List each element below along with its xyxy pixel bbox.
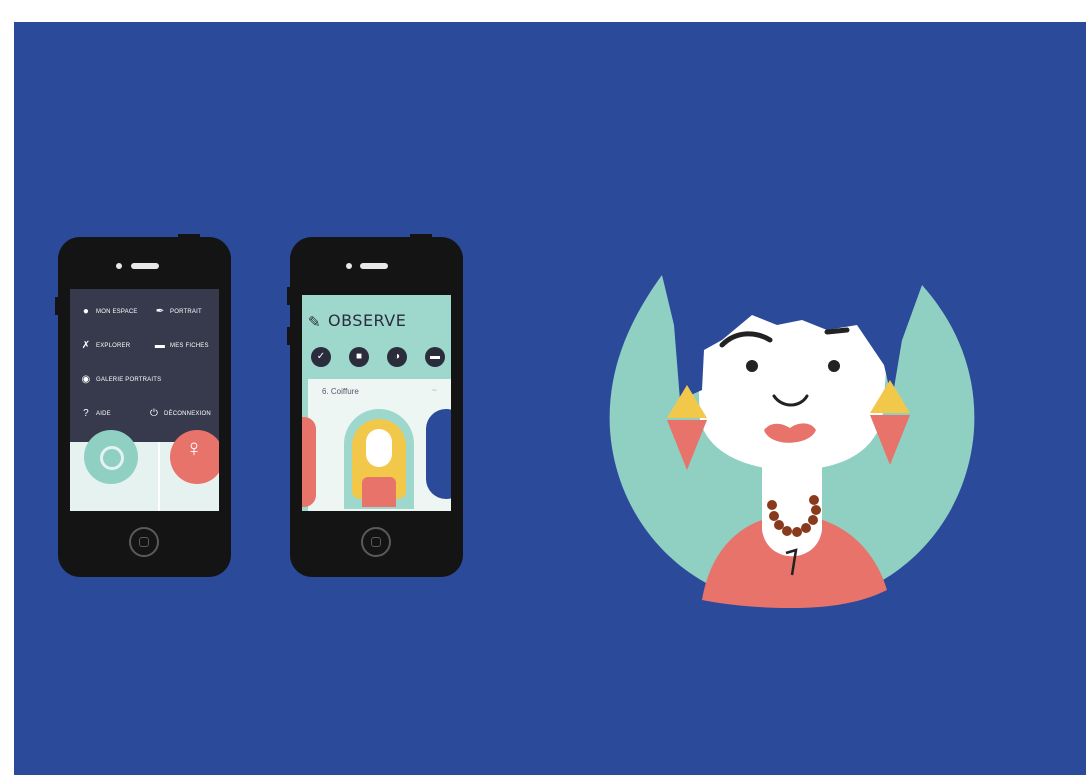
menu-item-label: AIDE [96, 411, 111, 417]
menu-underlay [70, 430, 219, 511]
avatar-eye-right [828, 360, 840, 372]
menu-item-mon-espace[interactable]: ● MON ESPACE [80, 307, 138, 317]
avatar-eyebrow-right [824, 327, 850, 335]
observe-title: OBSERVE [328, 311, 407, 330]
avatar-shirt [362, 477, 396, 507]
menu-item-label: MES FICHES [170, 343, 209, 349]
menu-item-galerie[interactable]: ◉ GALERIE PORTRAITS [80, 374, 162, 385]
observe-header: ✎ OBSERVE [302, 295, 451, 343]
menu-item-aide[interactable]: ? AIDE [80, 409, 111, 419]
pencil-icon: ✒ [155, 306, 165, 317]
phone-menu-mockup: ● MON ESPACE ✒ PORTRAIT ✗ EXPLORER ▬ MES… [55, 234, 231, 577]
phone-observe-mockup: ✎ OBSERVE ✓ ■ ◑ ▬ 6. Coiffure ~ [287, 234, 463, 577]
menu-item-deconnexion[interactable]: ⏻ DÉCONNEXION [148, 409, 211, 419]
male-avatar-circle [84, 430, 138, 484]
avatar-option-left[interactable] [302, 417, 316, 507]
avatar-option-selected[interactable] [344, 409, 414, 509]
scribble-icon: ~ [431, 385, 437, 395]
side-menu: ● MON ESPACE ✒ PORTRAIT ✗ EXPLORER ▬ MES… [70, 289, 219, 442]
face-icon[interactable]: ◑ [387, 347, 407, 367]
menu-item-label: PORTRAIT [170, 309, 202, 315]
divider [158, 442, 160, 511]
phone-screen-observe: ✎ OBSERVE ✓ ■ ◑ ▬ 6. Coiffure ~ [302, 295, 451, 511]
menu-item-mes-fiches[interactable]: ▬ MES FICHES [154, 341, 209, 351]
speaker [360, 263, 388, 269]
help-icon: ? [83, 408, 89, 419]
power-button [178, 234, 200, 237]
menu-item-explorer[interactable]: ✗ EXPLORER [80, 341, 130, 351]
menu-item-label: DÉCONNEXION [164, 411, 211, 417]
avatar-face [366, 429, 392, 467]
home-button [129, 527, 159, 557]
folder-icon: ▬ [154, 340, 166, 351]
avatar-illustration [609, 273, 975, 608]
category-icons: ✓ ■ ◑ ▬ [311, 347, 447, 369]
volume-button [287, 327, 290, 345]
female-avatar-circle [170, 430, 219, 484]
volume-button [55, 297, 58, 315]
home-button [361, 527, 391, 557]
power-button [410, 234, 432, 237]
card-label: 6. Coiffure [322, 387, 359, 396]
check-icon[interactable]: ✓ [311, 347, 331, 367]
menu-item-label: EXPLORER [96, 343, 131, 349]
volume-button [287, 287, 290, 305]
hairstyle-card[interactable]: 6. Coiffure ~ [302, 379, 451, 511]
speaker [131, 263, 159, 269]
user-icon: ● [82, 306, 90, 317]
phone-screen-menu: ● MON ESPACE ✒ PORTRAIT ✗ EXPLORER ▬ MES… [70, 289, 219, 511]
accessory-icon[interactable]: ▬ [425, 347, 445, 367]
gallery-icon: ◉ [81, 374, 91, 385]
avatar-eye-left [746, 360, 758, 372]
menu-item-portrait[interactable]: ✒ PORTRAIT [154, 307, 202, 317]
front-camera [346, 263, 352, 269]
front-camera [116, 263, 122, 269]
avatar-option-right[interactable] [426, 409, 451, 499]
power-icon: ⏻ [149, 408, 159, 419]
shirt-icon[interactable]: ■ [349, 347, 369, 367]
pencil-icon: ✎ [308, 314, 321, 331]
explore-icon: ✗ [81, 340, 91, 351]
menu-item-label: GALERIE PORTRAITS [96, 377, 162, 383]
menu-item-label: MON ESPACE [96, 309, 138, 315]
